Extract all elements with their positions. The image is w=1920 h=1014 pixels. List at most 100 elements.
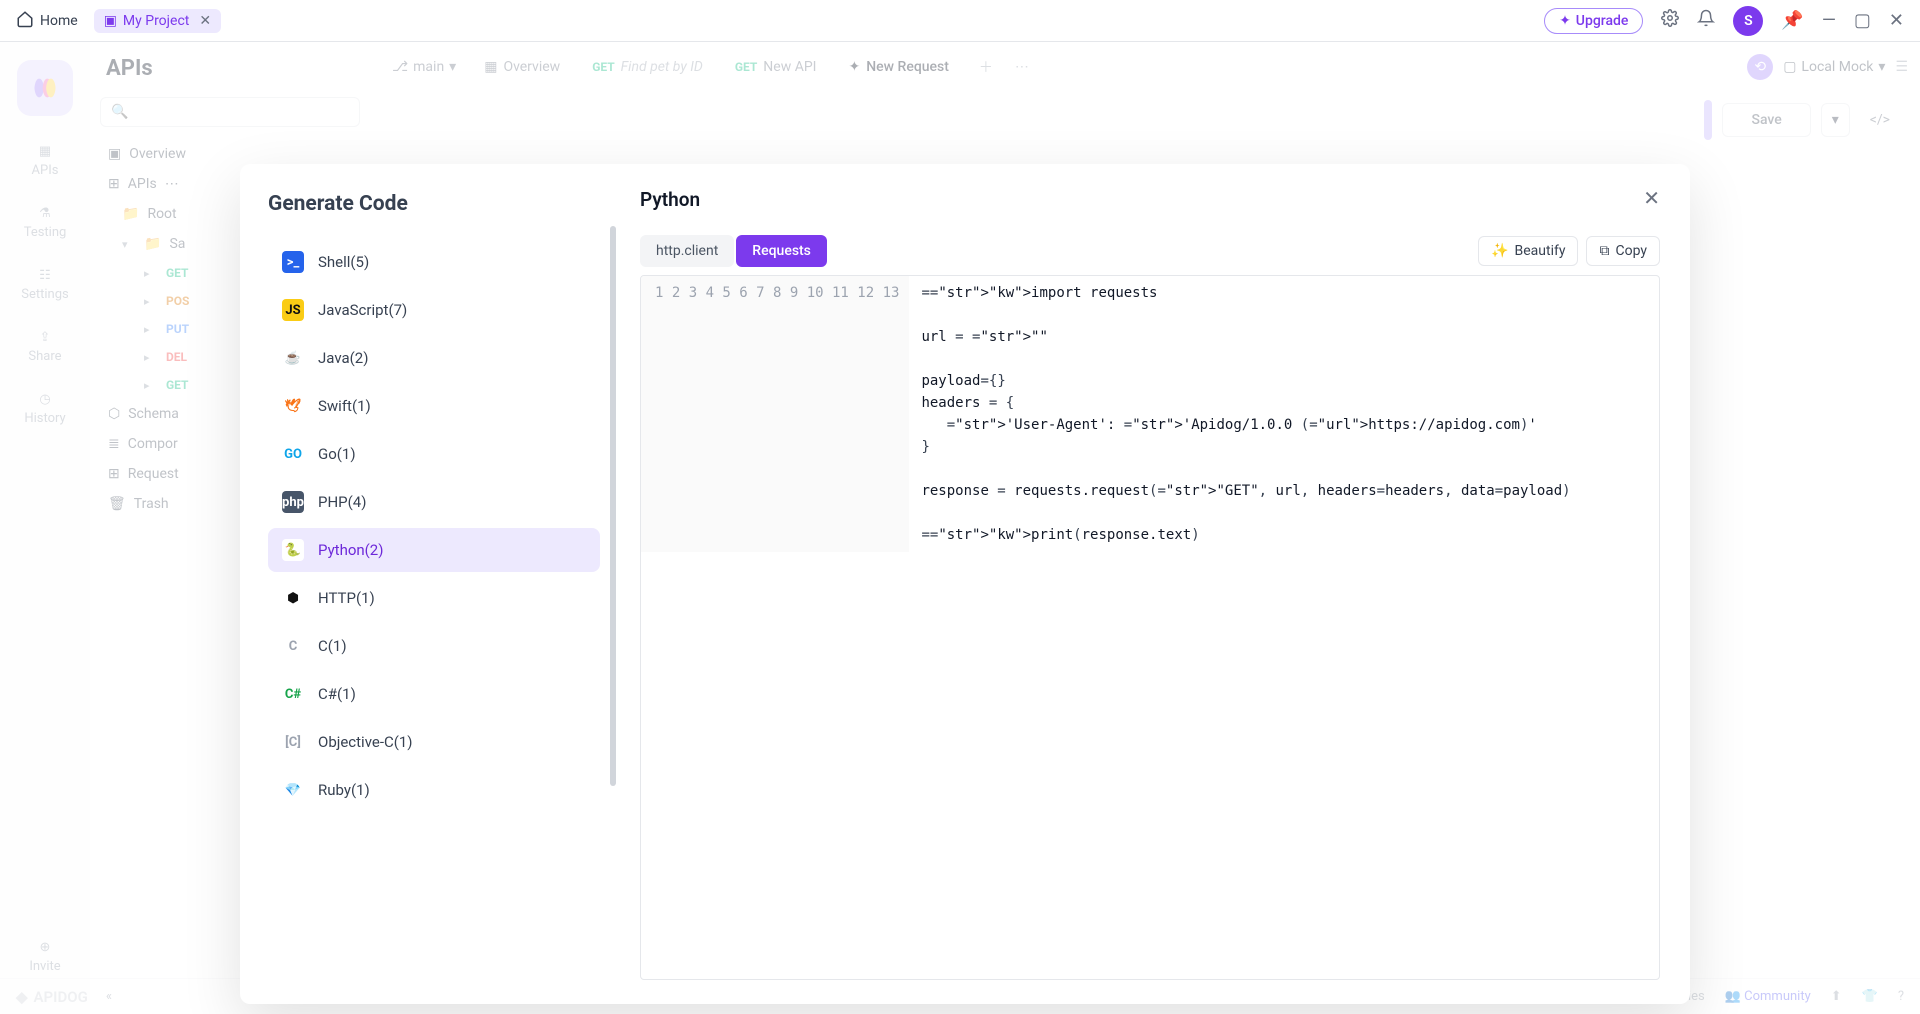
person-plus-icon: ⊕ — [40, 940, 51, 955]
language-item-c[interactable]: CC(1) — [268, 624, 600, 668]
close-icon[interactable]: ✕ — [199, 13, 211, 29]
wand-icon: ✨ — [1491, 243, 1508, 259]
layers-icon: ≣ — [108, 436, 120, 452]
language-icon: php — [282, 491, 304, 513]
language-label: Go(1) — [318, 445, 356, 463]
code-icon: </> — [1870, 112, 1890, 128]
app-logo[interactable] — [17, 60, 73, 116]
rail-item-settings[interactable]: ☷ Settings — [21, 268, 68, 302]
tab-new-request[interactable]: ✦New Request — [834, 53, 962, 81]
help-icon[interactable]: ? — [1898, 989, 1904, 1004]
folder-icon: 📁 — [144, 236, 161, 252]
rail-item-apis[interactable]: ▦ APIs — [32, 144, 59, 178]
grid-icon: ⊞ — [108, 176, 120, 192]
titlebar-right: ✦ Upgrade S 📌 — ▢ ✕ — [1544, 6, 1904, 36]
shirt-icon[interactable]: 👕 — [1862, 989, 1878, 1004]
send-button-edge[interactable] — [1704, 100, 1712, 140]
rail-item-label: Settings — [21, 287, 68, 302]
language-label: Swift(1) — [318, 397, 371, 415]
environment-dropdown[interactable]: ▢Local Mock ▾ — [1783, 59, 1885, 75]
chevron-right-icon: ▸ — [144, 351, 158, 364]
search-input[interactable]: 🔍 — [100, 97, 360, 127]
language-item-go[interactable]: GOGo(1) — [268, 432, 600, 476]
language-item-javascript[interactable]: JSJavaScript(7) — [268, 288, 600, 332]
language-item-swift[interactable]: 🕊Swift(1) — [268, 384, 600, 428]
window-maximize-icon[interactable]: ▢ — [1854, 10, 1871, 31]
save-dropdown[interactable]: ▾ — [1821, 103, 1850, 137]
language-item-java[interactable]: ☕Java(2) — [268, 336, 600, 380]
language-label: C#(1) — [318, 685, 356, 703]
save-button[interactable]: Save — [1722, 103, 1810, 137]
gear-icon[interactable] — [1661, 9, 1679, 32]
upgrade-button[interactable]: ✦ Upgrade — [1544, 8, 1643, 34]
language-icon: 🐍 — [282, 539, 304, 561]
scrollbar-thumb[interactable] — [610, 226, 616, 786]
tabs-right: ⟲ ▢Local Mock ▾ ☰ — [1747, 54, 1908, 80]
upgrade-label: Upgrade — [1576, 13, 1629, 29]
language-item-shell[interactable]: >_Shell(5) — [268, 240, 600, 284]
language-item-http[interactable]: ⬢HTTP(1) — [268, 576, 600, 620]
code-generate-button[interactable]: </> — [1860, 104, 1900, 136]
collapse-button[interactable]: « — [106, 989, 112, 1004]
grid-icon: ▦ — [484, 59, 497, 75]
upload-icon[interactable]: ⬆ — [1831, 989, 1842, 1004]
rail-item-testing[interactable]: ⚗ Testing — [24, 206, 67, 240]
rail-item-invite[interactable]: ⊕ Invite — [29, 940, 60, 974]
chevron-right-icon: ▸ — [144, 267, 158, 280]
bell-icon[interactable] — [1697, 9, 1715, 32]
nav-rail: ▦ APIs ⚗ Testing ☷ Settings ⇪ Share ◷ Hi… — [0, 42, 90, 1014]
pin-icon[interactable]: 📌 — [1781, 10, 1803, 31]
copy-button[interactable]: ⧉Copy — [1586, 236, 1660, 266]
code-editor[interactable]: 1 2 3 4 5 6 7 8 9 10 11 12 13 =="str">"k… — [640, 275, 1660, 980]
community-button[interactable]: 👥 Community — [1725, 989, 1811, 1004]
language-label: Python(2) — [318, 541, 383, 559]
language-icon: C# — [282, 683, 304, 705]
library-tabs: http.clientRequests — [640, 235, 827, 267]
language-item-python[interactable]: 🐍 Python(2) — [268, 528, 600, 572]
tab-more-icon[interactable]: ⋯ — [1009, 59, 1035, 75]
library-tab-http-client[interactable]: http.client — [640, 235, 734, 267]
box-icon: ▢ — [1783, 59, 1796, 75]
window-minimize-icon[interactable]: — — [1822, 10, 1836, 31]
language-item-objective-c[interactable]: [C]Objective-C(1) — [268, 720, 600, 764]
home-button[interactable]: Home — [16, 10, 78, 32]
language-panel: Generate Code >_Shell(5)JSJavaScript(7)☕… — [240, 164, 620, 1004]
language-label: PHP(4) — [318, 493, 366, 511]
language-item-ruby[interactable]: 💎Ruby(1) — [268, 768, 600, 812]
search-icon: 🔍 — [111, 104, 128, 120]
add-tab-button[interactable]: ＋ — [967, 57, 1005, 77]
more-icon: ⋯ — [165, 176, 179, 192]
rail-item-share[interactable]: ⇪ Share — [28, 330, 61, 364]
branch-dropdown[interactable]: ⎇main ▾ — [382, 55, 466, 79]
code-panel: ✕ Python http.clientRequests ✨Beautify ⧉… — [620, 164, 1690, 1004]
project-icon: ▣ — [104, 13, 117, 29]
library-tab-requests[interactable]: Requests — [736, 235, 827, 267]
beautify-button[interactable]: ✨Beautify — [1478, 236, 1578, 266]
tab-find-pet[interactable]: GETFind pet by ID — [578, 53, 717, 81]
language-label: Java(2) — [318, 349, 368, 367]
language-item-c-[interactable]: C# C#(1) — [268, 672, 600, 716]
rail-item-history[interactable]: ◷ History — [24, 392, 65, 426]
tab-overview[interactable]: ▦Overview — [470, 53, 574, 81]
generate-code-modal: Generate Code >_Shell(5)JSJavaScript(7)☕… — [240, 164, 1690, 1004]
project-tab-label: My Project — [123, 13, 189, 29]
method-badge: GET — [592, 60, 614, 74]
chevron-right-icon: ▸ — [144, 295, 158, 308]
titlebar-left: Home ▣ My Project ✕ — [16, 9, 221, 33]
tab-new-api[interactable]: GETNew API — [721, 53, 831, 81]
project-tab[interactable]: ▣ My Project ✕ — [94, 9, 221, 33]
menu-icon[interactable]: ☰ — [1895, 59, 1908, 75]
flask-icon: ⚗ — [39, 206, 51, 221]
chevron-right-icon: ▸ — [144, 323, 158, 336]
refresh-button[interactable]: ⟲ — [1747, 54, 1773, 80]
line-number-gutter: 1 2 3 4 5 6 7 8 9 10 11 12 13 — [641, 276, 909, 552]
close-button[interactable]: ✕ — [1643, 186, 1660, 210]
window-close-icon[interactable]: ✕ — [1889, 10, 1904, 31]
trash-icon: 🗑 — [108, 496, 126, 512]
sliders-icon: ☷ — [39, 268, 51, 283]
home-label: Home — [40, 13, 78, 29]
chevron-down-icon: ▾ — [1832, 112, 1839, 128]
language-item-php[interactable]: php PHP(4) — [268, 480, 600, 524]
sparkle-icon: ✦ — [848, 59, 860, 75]
avatar[interactable]: S — [1733, 6, 1763, 36]
